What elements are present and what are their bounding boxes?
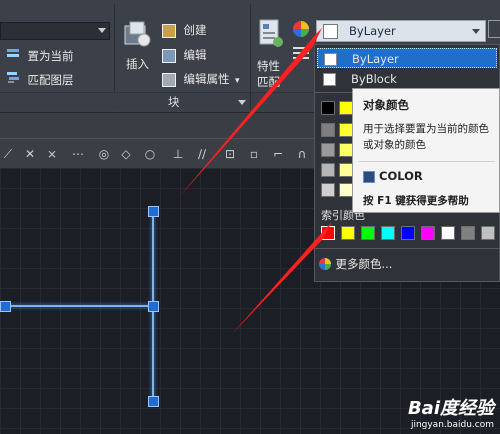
watermark: Bai度经验 jingyan.baidu.com	[408, 394, 494, 430]
watermark-brand: Bai度经验	[407, 398, 494, 419]
annotation-arrows	[180, 28, 332, 334]
annotation-arrow-lower	[232, 222, 332, 334]
annotation-arrow-upper	[180, 28, 322, 196]
watermark-url: jingyan.baidu.com	[410, 420, 494, 430]
